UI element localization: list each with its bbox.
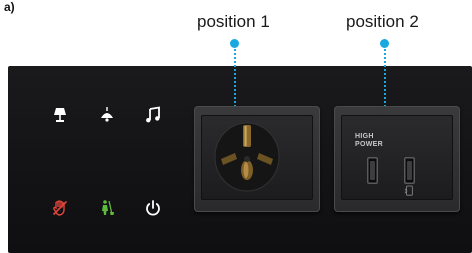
desk-lamp-icon[interactable]: [51, 106, 69, 124]
usb-label: HIGH POWER: [355, 133, 383, 149]
position-1-label: position 1: [197, 12, 270, 31]
usb-label-line1: HIGH: [355, 133, 374, 140]
usb-label-line2: POWER: [355, 141, 383, 148]
power-icon[interactable]: [144, 199, 162, 217]
position-1-marker: [230, 39, 239, 107]
socket-face: [201, 115, 313, 200]
usb-port-left[interactable]: [367, 157, 378, 184]
position-2-dot: [380, 39, 389, 48]
socket-outlet-icon[interactable]: [201, 115, 313, 200]
figure: a) position 1 position 2 HIGH POWER: [0, 0, 472, 253]
device-charge-icon: [404, 185, 413, 196]
usb-face: HIGH POWER: [341, 115, 453, 200]
position-2-label: position 2: [346, 12, 419, 31]
universal-socket-module: [194, 106, 320, 212]
make-up-room-icon[interactable]: [98, 199, 116, 217]
usb-charger-module: HIGH POWER: [334, 106, 460, 212]
usb-port-right[interactable]: [404, 157, 415, 184]
panel-label: a): [4, 0, 15, 14]
ceiling-light-icon[interactable]: [98, 106, 116, 124]
do-not-disturb-hand-icon[interactable]: [51, 199, 69, 217]
music-note-icon[interactable]: [144, 106, 162, 124]
position-2-marker: [380, 39, 389, 107]
position-1-dot: [230, 39, 239, 48]
